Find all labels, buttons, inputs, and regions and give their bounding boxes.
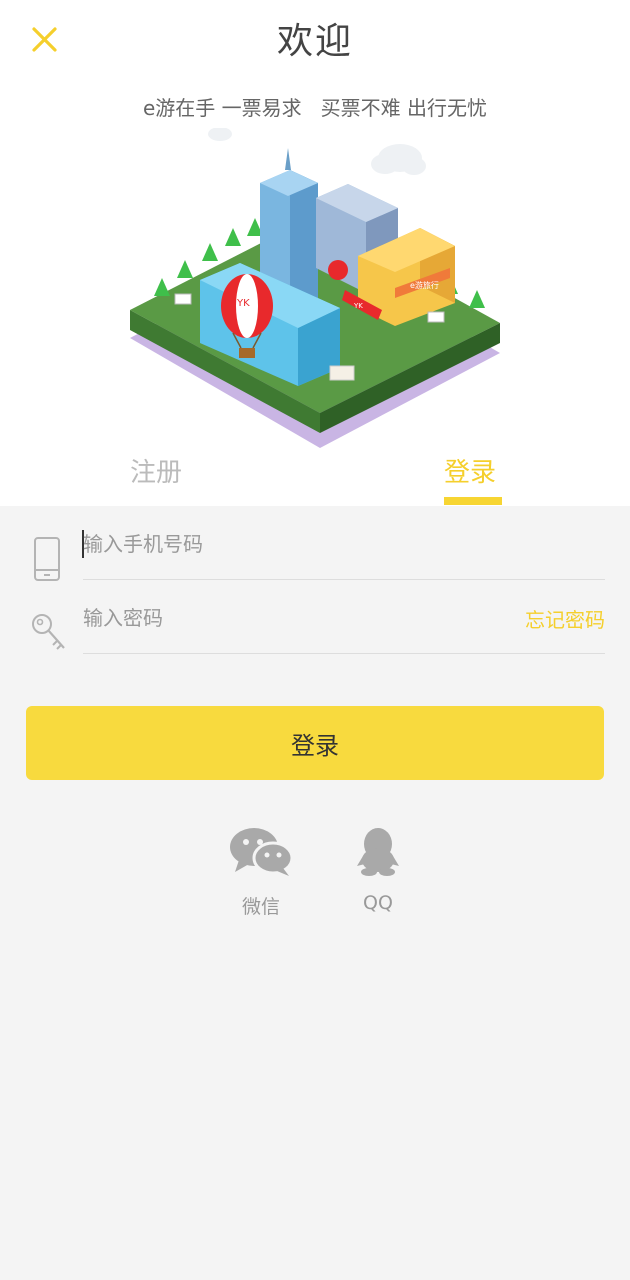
svg-text:YK: YK — [353, 302, 363, 310]
phone-field-row — [30, 506, 605, 581]
tab-register[interactable]: 注册 — [130, 452, 182, 489]
cloud-icon — [208, 128, 426, 175]
key-icon — [32, 614, 65, 650]
wechat-login-button[interactable]: 微信 — [216, 826, 306, 919]
qq-login-button[interactable]: QQ — [333, 826, 423, 914]
phone-icon — [34, 537, 60, 581]
qq-icon — [357, 828, 399, 876]
password-field-row: 忘记密码 — [30, 580, 605, 654]
header-area: 欢迎 e游在手 一票易求 买票不难 出行无忧 e游旅行 YK YK 注册 登录 — [0, 0, 630, 506]
wechat-icon — [230, 828, 294, 876]
login-button[interactable]: 登录 — [26, 706, 604, 780]
active-tab-indicator — [444, 497, 502, 505]
qq-label: QQ — [363, 892, 393, 914]
forgot-password-link[interactable]: 忘记密码 — [525, 604, 605, 633]
svg-text:YK: YK — [236, 298, 250, 309]
wechat-label: 微信 — [241, 896, 280, 918]
slogan: e游在手 一票易求 买票不难 出行无忧 — [142, 96, 488, 120]
svg-text:e游旅行: e游旅行 — [410, 280, 439, 290]
divider — [83, 653, 605, 654]
city-illustration: e游旅行 YK YK — [130, 128, 500, 448]
tab-login[interactable]: 登录 — [444, 452, 496, 489]
password-input[interactable] — [83, 600, 483, 636]
page-title: 欢迎 — [276, 21, 353, 62]
phone-input[interactable] — [83, 526, 483, 562]
